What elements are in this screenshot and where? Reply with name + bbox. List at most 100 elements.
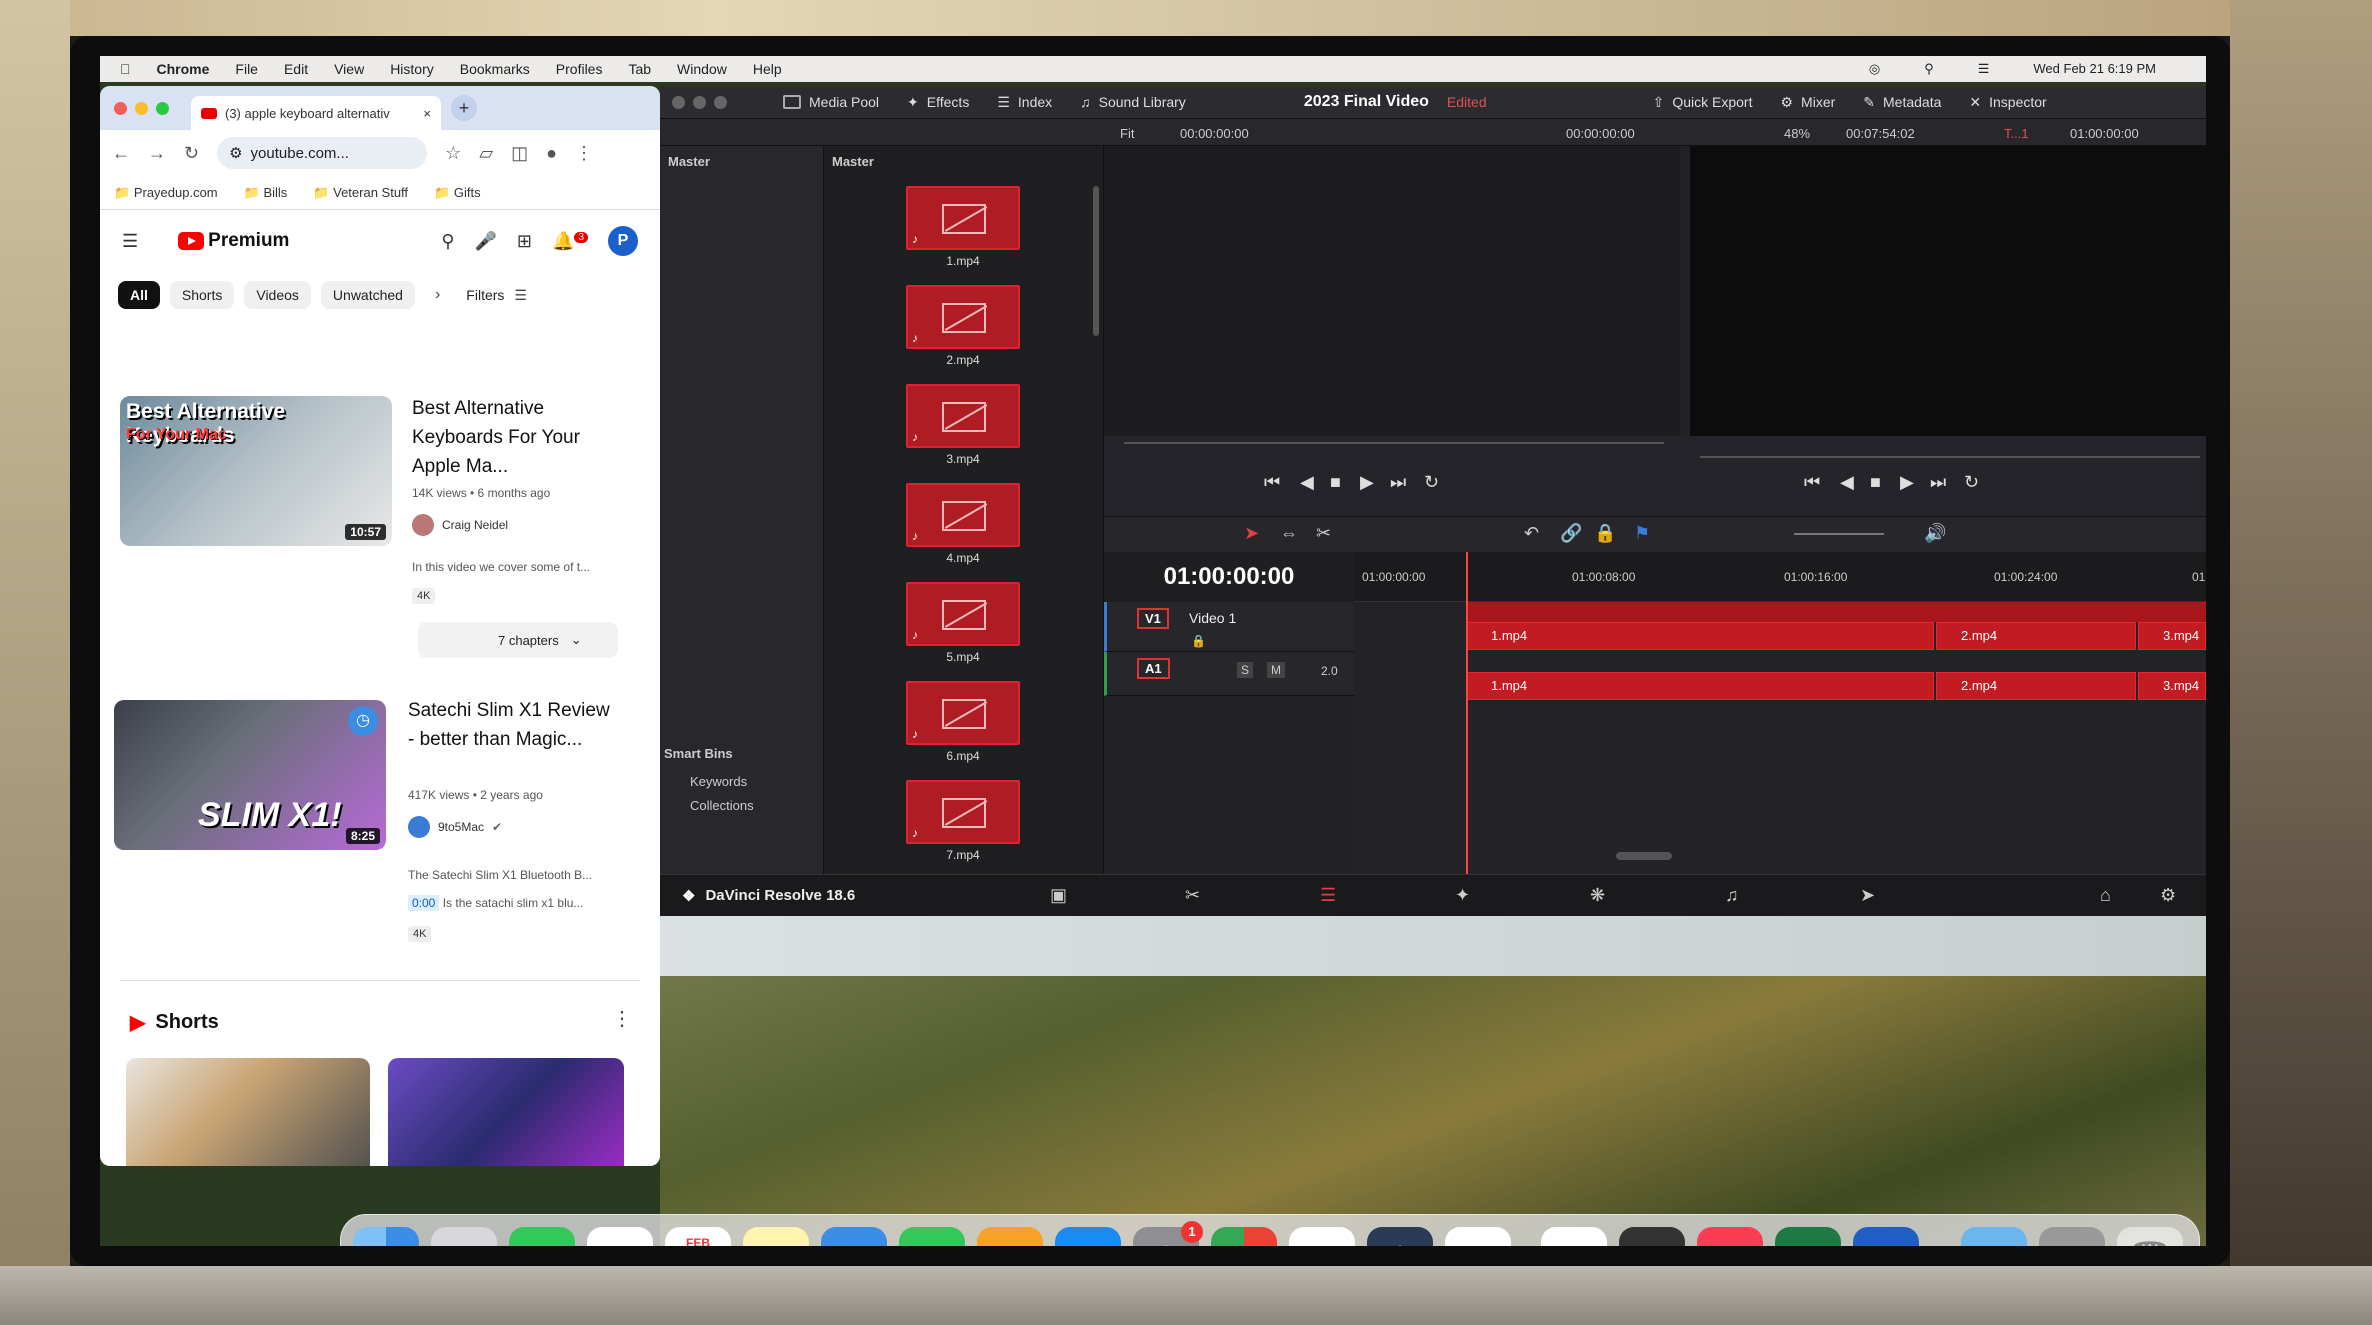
clip-thumb[interactable]: ♪ <box>906 384 1020 448</box>
menubar-clock[interactable]: Wed Feb 21 6:19 PM <box>2033 61 2156 77</box>
forward-icon[interactable]: → <box>148 143 166 164</box>
photos-icon[interactable]: ✿ <box>587 1227 653 1246</box>
app-store-icon[interactable]: A <box>1055 1227 1121 1246</box>
new-tab-button[interactable]: + <box>451 95 477 121</box>
flag-icon[interactable]: ⚑ <box>1634 523 1650 544</box>
timeline-ruler[interactable]: 01:00:00:00 01:00:08:00 01:00:16:00 01:0… <box>1354 552 2206 602</box>
zoom-dropdown[interactable]: 48% <box>1784 126 1810 141</box>
video1-channel[interactable]: Craig Neidel <box>412 514 508 536</box>
close-tab-icon[interactable]: × <box>423 106 431 121</box>
freeform-icon[interactable]: ∿ <box>1541 1227 1607 1246</box>
messages-icon[interactable]: ● <box>509 1227 575 1246</box>
home-icon[interactable]: ⌂ <box>2100 885 2111 906</box>
track-header-v1[interactable]: V1 Video 1 🔒 <box>1104 602 1354 652</box>
menu-history[interactable]: History <box>390 61 434 77</box>
program-scrubber[interactable] <box>1700 456 2200 458</box>
timeline-clip[interactable]: 3.mp4 <box>2138 672 2206 700</box>
zoom-slider[interactable] <box>1794 533 1884 535</box>
menu-tab[interactable]: Tab <box>628 61 651 77</box>
skip-start-icon[interactable]: ⏮ <box>1264 472 1280 493</box>
calendar-icon[interactable]: FEB21 <box>665 1227 731 1246</box>
video2-thumbnail[interactable]: SLIM X1! ◷ 8:25 <box>114 700 386 850</box>
menu-window[interactable]: Window <box>677 61 727 77</box>
chips-next-icon[interactable]: › <box>435 286 440 304</box>
selection-tool-icon[interactable]: ➤ <box>1244 523 1259 544</box>
inspector-button[interactable]: ✕ Inspector <box>1969 94 2046 111</box>
track-badge[interactable]: A1 <box>1137 658 1170 679</box>
trim-tool-icon[interactable]: ⇔ <box>1280 523 1298 544</box>
deliver-page-icon[interactable]: ➤ <box>1860 885 1875 906</box>
volume-icon[interactable]: 🔊 <box>1924 523 1946 544</box>
clip-thumb[interactable]: ♪ <box>906 186 1020 250</box>
cut-page-icon[interactable]: ✂ <box>1185 885 1200 906</box>
clip-thumb[interactable]: ♪ <box>906 582 1020 646</box>
quick-export-button[interactable]: ⇧ Quick Export <box>1653 94 1753 111</box>
media-pool-button[interactable]: Media Pool <box>783 94 879 110</box>
create-icon[interactable]: ⊞ <box>517 231 532 252</box>
system-settings-icon[interactable]: ⚙1 <box>1133 1221 1203 1246</box>
lock-icon[interactable]: 🔒 <box>1191 634 1206 648</box>
timeline-clip[interactable]: 2.mp4 <box>1936 672 2136 700</box>
timeline-tracks[interactable]: 1.mp4 2.mp4 3.mp4 1.mp4 2.mp4 3.mp4 <box>1354 602 2206 874</box>
zoom-window-icon[interactable] <box>156 101 169 115</box>
stop-icon[interactable]: ■ <box>1330 472 1341 493</box>
control-center-icon[interactable]: ☰ <box>1978 61 1990 77</box>
filters-button[interactable]: Filters <box>466 287 504 303</box>
reload-icon[interactable]: ↻ <box>184 143 199 164</box>
sound-library-button[interactable]: ♫ Sound Library <box>1080 94 1186 110</box>
effects-button[interactable]: ✦ Effects <box>907 94 969 111</box>
track-badge[interactable]: V1 <box>1137 608 1169 629</box>
chrome-menu-icon[interactable]: ⋮ <box>575 143 593 164</box>
menu-bookmarks[interactable]: Bookmarks <box>460 61 530 77</box>
video2-channel[interactable]: 9to5Mac ✔ <box>408 816 502 838</box>
link-icon[interactable]: 🔗 <box>1560 523 1582 544</box>
video1-chapters[interactable]: 7 chapters ⌄ <box>418 622 618 658</box>
loop-icon[interactable]: ↻ <box>1424 472 1439 493</box>
pool-scrollbar[interactable] <box>1093 186 1099 336</box>
source-viewer[interactable] <box>1104 146 1680 436</box>
bookmark-star-icon[interactable]: ☆ <box>445 143 461 164</box>
extensions-icon[interactable]: ▱ <box>479 143 493 164</box>
profile-icon[interactable]: ● <box>546 143 557 164</box>
menu-help[interactable]: Help <box>753 61 782 77</box>
video2-title[interactable]: Satechi Slim X1 Review - better than Mag… <box>408 696 618 754</box>
music-icon[interactable]: ♫ <box>1697 1227 1763 1246</box>
keynote-icon[interactable]: ▲ <box>821 1227 887 1246</box>
timeline-clip[interactable]: 3.mp4 <box>2138 622 2206 650</box>
blade-tool-icon[interactable]: ✂ <box>1316 523 1331 544</box>
mic-icon[interactable]: 🎤 <box>475 231 497 252</box>
excel-icon[interactable]: X <box>1775 1227 1841 1246</box>
shorts-more-icon[interactable]: ⋮ <box>612 1006 632 1031</box>
loop-icon[interactable]: ↻ <box>1964 472 1979 493</box>
search-icon[interactable]: ⚲ <box>1924 61 1934 77</box>
word-icon[interactable]: W <box>1853 1227 1919 1246</box>
video1-thumbnail[interactable]: Best Alternative Keyboards For Your Mac … <box>120 396 392 546</box>
sidepanel-icon[interactable]: ◫ <box>511 143 528 164</box>
zoom-window-icon[interactable] <box>714 95 727 109</box>
menu-view[interactable]: View <box>334 61 364 77</box>
skip-end-icon[interactable]: ⏭ <box>1390 472 1406 493</box>
timeline-dropdown[interactable]: T...1 <box>2004 126 2029 141</box>
bin-master[interactable]: Master <box>660 146 823 177</box>
play-icon[interactable]: ▶ <box>1900 472 1914 493</box>
edit-page-icon[interactable]: ☰ <box>1320 885 1336 906</box>
source-scrubber[interactable] <box>1124 442 1664 444</box>
track-header-a1[interactable]: A1 S M 2.0 <box>1104 652 1354 696</box>
snapping-icon[interactable]: ↶ <box>1524 523 1539 544</box>
menu-edit[interactable]: Edit <box>284 61 308 77</box>
color-page-icon[interactable]: ❋ <box>1590 885 1605 906</box>
bookmark-gifts[interactable]: 📁 Gifts <box>434 185 481 201</box>
fusion-page-icon[interactable]: ✦ <box>1455 885 1470 906</box>
chip-all[interactable]: All <box>118 281 160 309</box>
finder-icon[interactable]: ☺ <box>353 1227 419 1246</box>
clip-thumb[interactable]: ♪ <box>906 483 1020 547</box>
folder-icon[interactable]: 📁 <box>1961 1227 2027 1246</box>
address-bar[interactable]: ⚙ youtube.com... <box>217 137 428 169</box>
chrome-icon[interactable]: ● <box>1211 1227 1277 1246</box>
bookmark-prayedup[interactable]: 📁 Prayedup.com <box>114 185 218 201</box>
video1-title[interactable]: Best Alternative Keyboards For Your Appl… <box>412 394 622 481</box>
play-icon[interactable]: ▶ <box>1360 472 1374 493</box>
minimize-window-icon[interactable] <box>693 95 706 109</box>
menu-app-name[interactable]: Chrome <box>157 61 210 77</box>
youtube-logo[interactable]: Premium <box>178 230 289 252</box>
